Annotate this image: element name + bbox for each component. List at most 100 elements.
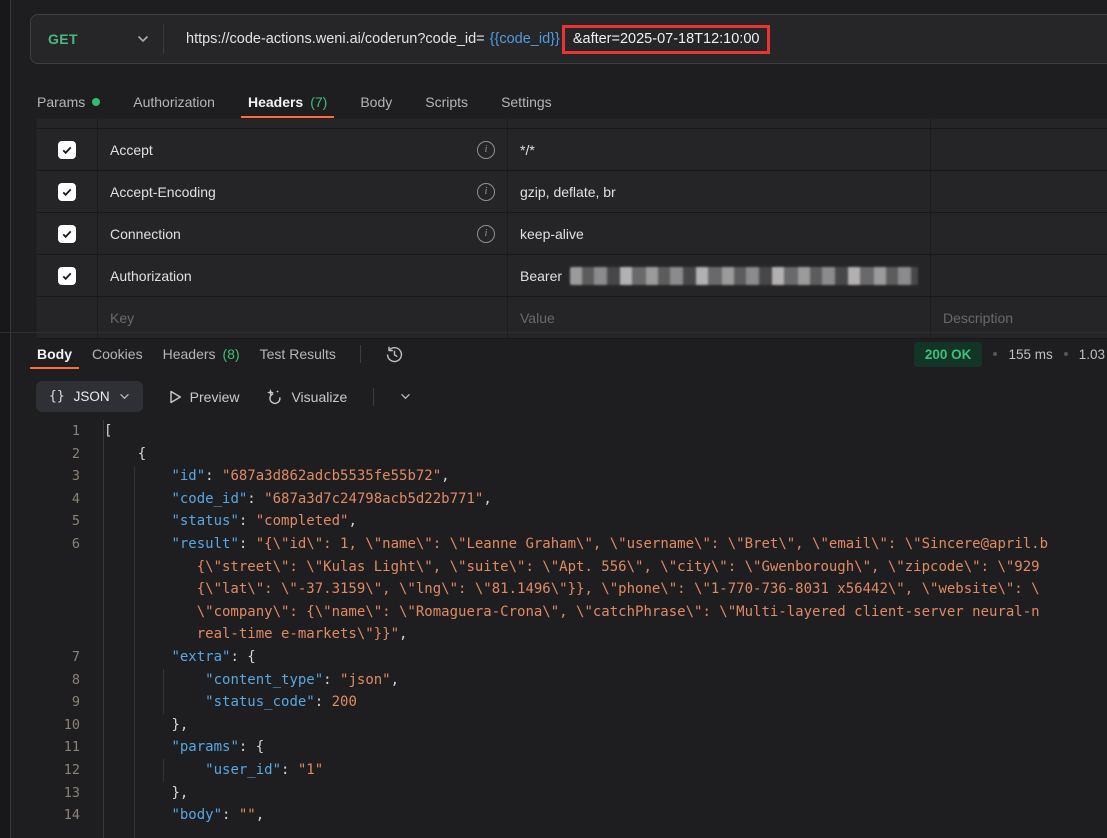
code-line: {\"street\": \"Kulas Light\", \"suite\":… [0, 556, 1107, 579]
code-line: 6 "result": "{\"id\": 1, \"name\": \"Lea… [0, 533, 1107, 556]
header-key: Accept [110, 142, 477, 158]
code-line: 10 }, [0, 714, 1107, 737]
toolbar-divider [373, 388, 374, 406]
header-value: */* [520, 142, 535, 158]
history-icon[interactable] [385, 345, 404, 364]
row-checkbox[interactable] [58, 183, 76, 201]
visualize-button[interactable]: Visualize [265, 388, 347, 406]
code-line: 1[ [0, 420, 1107, 443]
tab-headers[interactable]: Headers (7) [248, 86, 327, 118]
description-placeholder: Description [943, 310, 1013, 326]
line-number: 3 [0, 465, 80, 488]
code-line: 5 "status": "completed", [0, 510, 1107, 533]
line-number: 6 [0, 533, 80, 556]
format-select[interactable]: {} JSON [36, 381, 143, 412]
visualize-icon [265, 388, 283, 406]
code-line: 11 "params": { [0, 736, 1107, 759]
tab-scripts[interactable]: Scripts [425, 86, 468, 118]
params-indicator-dot [92, 98, 100, 106]
meta-separator-dot [993, 352, 997, 356]
line-number: 4 [0, 488, 80, 511]
row-checkbox[interactable] [58, 141, 76, 159]
line-number: 7 [0, 646, 80, 669]
code-lines: 1[2 {3 "id": "687a3d862adcb5535fe55b72",… [0, 420, 1107, 827]
key-placeholder: Key [110, 310, 134, 326]
tab-response-body[interactable]: Body [37, 336, 72, 372]
info-icon[interactable]: i [477, 225, 495, 243]
tab-response-cookies[interactable]: Cookies [92, 336, 143, 372]
gutter-divider [103, 420, 104, 838]
api-client-window: GET https://code-actions.weni.ai/coderun… [0, 0, 1107, 838]
chevron-down-icon[interactable] [400, 393, 411, 400]
request-url-bar: GET https://code-actions.weni.ai/coderun… [30, 14, 1107, 64]
indent-guide [134, 466, 135, 838]
table-row-accept: Accepti */* [37, 129, 1107, 171]
code-line: 12 "user_id": "1" [0, 759, 1107, 782]
tab-test-results[interactable]: Test Results [260, 336, 336, 372]
line-number: 8 [0, 669, 80, 692]
code-line: 14 "body": "", [0, 804, 1107, 827]
method-label: GET [48, 31, 78, 47]
code-line: 9 "status_code": 200 [0, 691, 1107, 714]
code-line: {\"lat\": \"-37.3159\", \"lng\": \"81.14… [0, 578, 1107, 601]
masked-token [570, 267, 918, 285]
chevron-down-icon [119, 393, 130, 400]
json-braces-icon: {} [49, 389, 65, 404]
response-headers-count: (8) [223, 346, 240, 362]
tabs-divider [360, 345, 361, 363]
method-select[interactable]: GET [31, 15, 163, 63]
line-number [0, 578, 80, 601]
line-number: 10 [0, 714, 80, 737]
table-row-connection: Connectioni keep-alive [37, 213, 1107, 255]
header-value: keep-alive [520, 226, 584, 242]
line-number: 12 [0, 759, 80, 782]
code-line: 8 "content_type": "json", [0, 669, 1107, 692]
tab-settings[interactable]: Settings [501, 86, 552, 118]
row-checkbox[interactable] [58, 225, 76, 243]
code-line: 7 "extra": { [0, 646, 1107, 669]
code-line: 13 }, [0, 782, 1107, 805]
url-query-after: &after=2025-07-18T12:10:00 [573, 31, 760, 47]
url-input[interactable]: https://code-actions.weni.ai/coderun?cod… [164, 25, 1107, 54]
meta-separator-dot [1064, 352, 1068, 356]
url-base-text: https://code-actions.weni.ai/coderun?cod… [186, 31, 485, 47]
line-number: 5 [0, 510, 80, 533]
line-number: 1 [0, 420, 80, 443]
url-highlight-box: &after=2025-07-18T12:10:00 [562, 25, 771, 54]
line-number [0, 623, 80, 646]
header-key: Connection [110, 226, 477, 242]
chevron-down-icon [137, 35, 149, 43]
request-tabs: Params Authorization Headers (7) Body Sc… [0, 86, 1107, 118]
code-line: \"company\": {\"name\": \"Romaguera-Cron… [0, 601, 1107, 624]
line-number: 13 [0, 782, 80, 805]
info-icon[interactable]: i [477, 183, 495, 201]
code-line: 3 "id": "687a3d862adcb5535fe55b72", [0, 465, 1107, 488]
status-badge[interactable]: 200 OK [914, 342, 983, 367]
table-row-partial [37, 119, 1107, 129]
line-number [0, 601, 80, 624]
play-icon [169, 390, 182, 404]
preview-button[interactable]: Preview [169, 389, 240, 405]
table-row-accept-encoding: Accept-Encodingi gzip, deflate, br [37, 171, 1107, 213]
headers-count: (7) [310, 94, 327, 110]
info-icon[interactable]: i [477, 141, 495, 159]
indent-guide [163, 759, 164, 782]
header-value: Bearer [520, 268, 562, 284]
response-time[interactable]: 155 ms [1008, 347, 1052, 362]
response-size[interactable]: 1.03 [1079, 347, 1105, 362]
line-number: 11 [0, 736, 80, 759]
header-key: Accept-Encoding [110, 184, 477, 200]
response-meta: 200 OK 155 ms 1.03 [914, 336, 1107, 372]
tab-body[interactable]: Body [360, 86, 392, 118]
tab-response-headers[interactable]: Headers (8) [163, 336, 240, 372]
response-divider [0, 332, 1107, 333]
value-placeholder: Value [520, 310, 555, 326]
tab-authorization[interactable]: Authorization [133, 86, 215, 118]
header-value: gzip, deflate, br [520, 184, 616, 200]
line-number [0, 556, 80, 579]
row-checkbox[interactable] [58, 267, 76, 285]
indent-guide [163, 669, 164, 714]
headers-table: Accepti */* Accept-Encodingi gzip, defla… [36, 118, 1107, 339]
line-number: 14 [0, 804, 80, 827]
tab-params[interactable]: Params [37, 86, 100, 118]
